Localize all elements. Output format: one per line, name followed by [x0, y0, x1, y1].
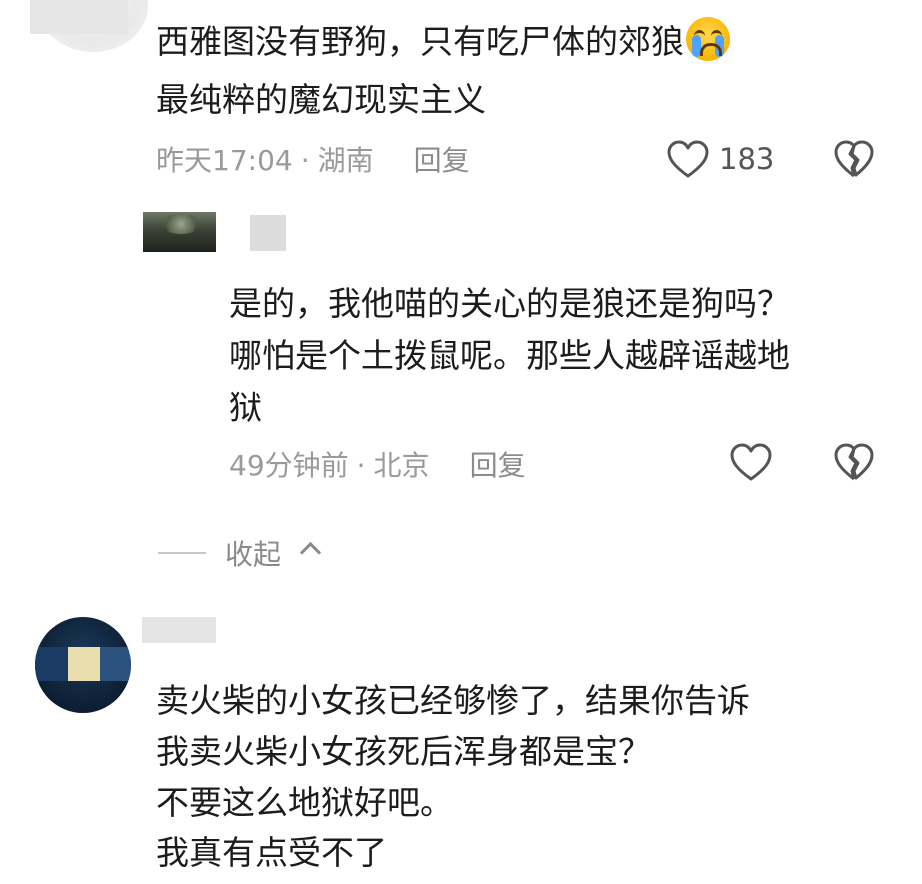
like-icon[interactable]: [729, 443, 773, 483]
comment-line: 我真有点受不了: [156, 833, 387, 872]
collapse-replies-button[interactable]: 收起: [225, 533, 281, 573]
reply-line: 狱: [229, 388, 262, 427]
avatar[interactable]: [35, 617, 131, 713]
username-mosaic: [142, 617, 216, 643]
username-mosaic: [250, 215, 286, 251]
like-count: 183: [719, 142, 775, 176]
reply-button[interactable]: 回复: [414, 144, 470, 177]
collapse-divider: [158, 552, 206, 554]
loudly-crying-face-icon: [686, 17, 730, 61]
meta-separator: ·: [356, 449, 366, 482]
reply-meta: 49分钟前 · 北京 回复: [229, 444, 526, 484]
comment-location: 湖南: [317, 144, 374, 177]
comment-line: 西雅图没有野狗，只有吃尸体的郊狼: [156, 22, 684, 61]
reply-line: 是的，我他喵的关心的是狼还是狗吗？: [229, 284, 790, 323]
comment-line: 我卖火柴小女孩死后浑身都是宝？: [156, 732, 651, 771]
reply-time: 49分钟前: [229, 449, 349, 482]
reply-line: 哪怕是个土拨鼠呢。那些人越辟谣越地: [229, 336, 790, 375]
dislike-icon[interactable]: [833, 443, 875, 483]
comment-line: 不要这么地狱好吧。: [156, 783, 453, 822]
comment-meta: 昨天17:04 · 湖南 回复: [156, 139, 470, 179]
reply-button[interactable]: 回复: [470, 449, 526, 482]
comment-line: 最纯粹的魔幻现实主义: [156, 80, 486, 119]
dislike-icon[interactable]: [833, 140, 875, 180]
comment-time: 昨天17:04: [156, 144, 293, 177]
meta-separator: ·: [300, 144, 310, 177]
username-mosaic: [30, 0, 128, 34]
chevron-up-icon[interactable]: [299, 541, 322, 564]
comment-line: 卖火柴的小女孩已经够惨了，结果你告诉: [156, 681, 750, 720]
comment-text: 西雅图没有野狗，只有吃尸体的郊狼: [156, 16, 730, 67]
reply-location: 北京: [373, 449, 430, 482]
avatar[interactable]: [143, 212, 216, 252]
like-icon[interactable]: [666, 140, 710, 180]
